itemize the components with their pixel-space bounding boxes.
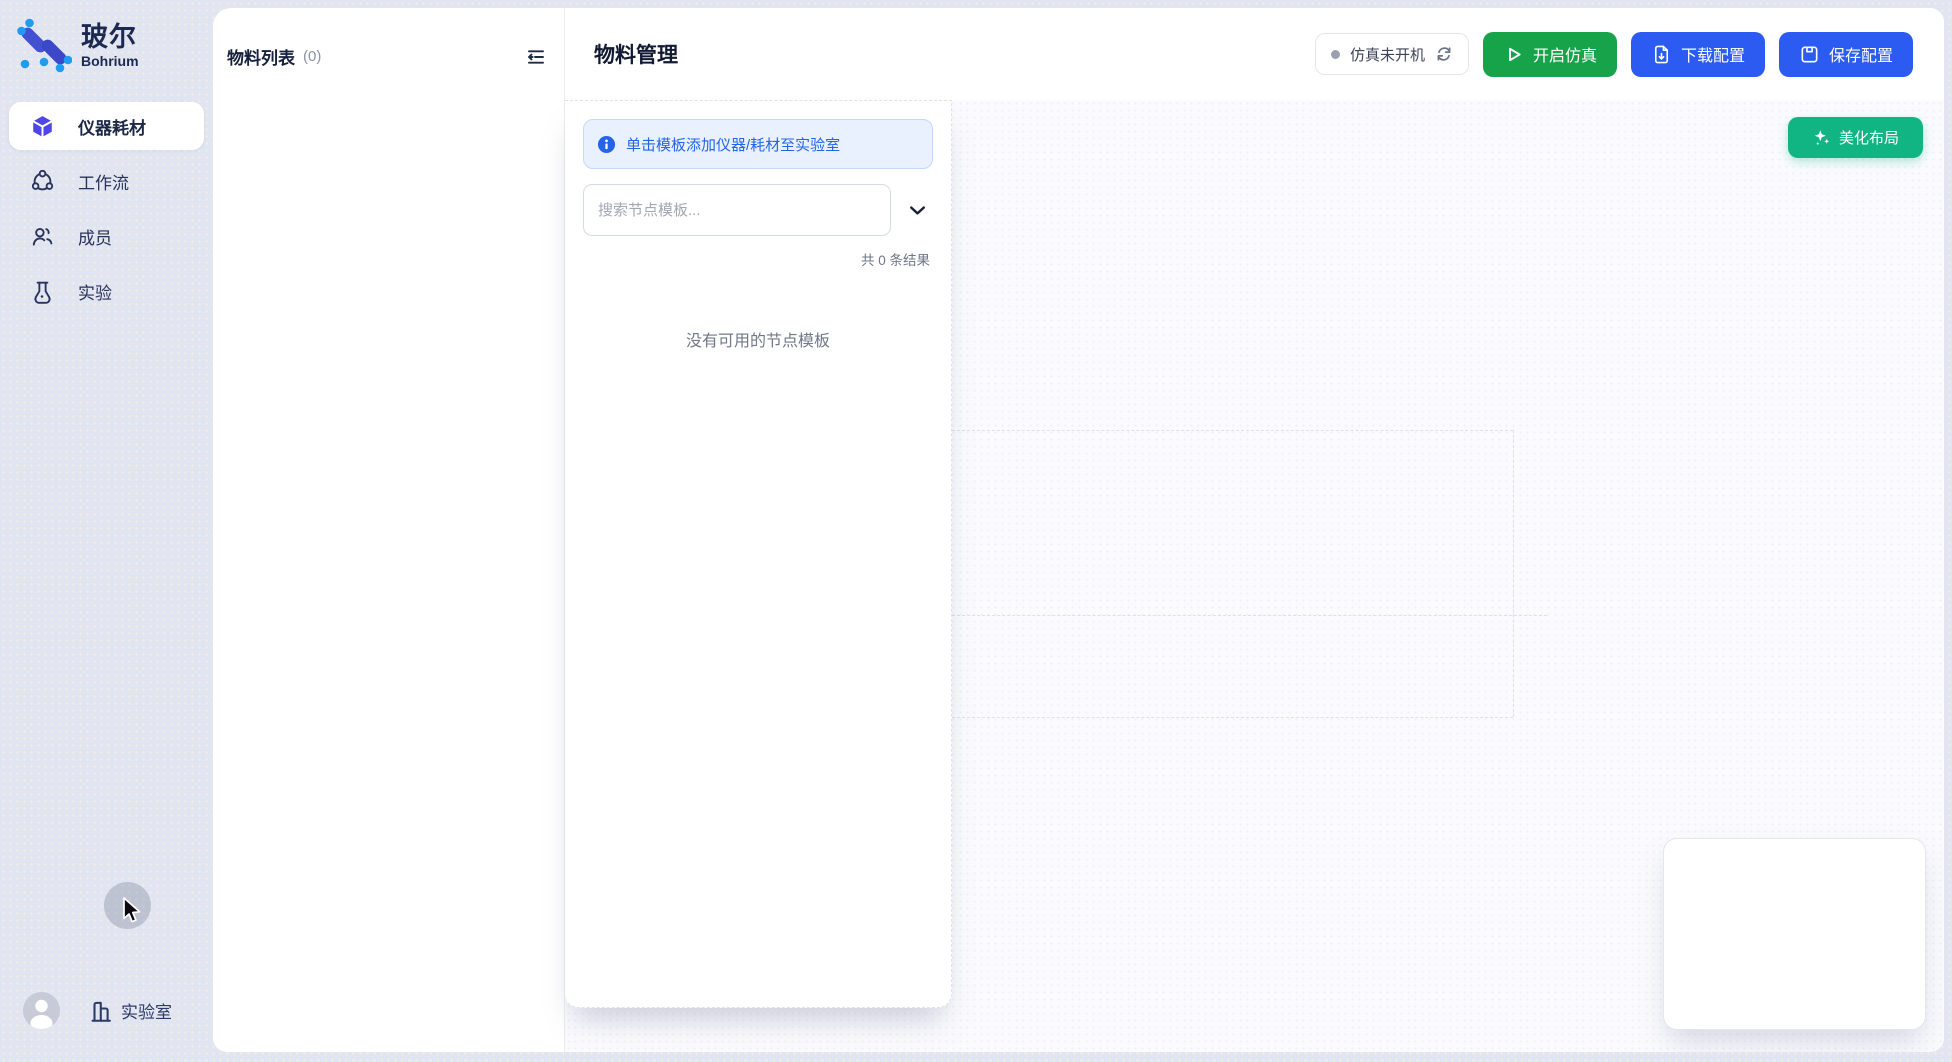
experiment-icon bbox=[30, 279, 55, 304]
beautify-button-label: 美化布局 bbox=[1839, 127, 1899, 148]
sidebar-footer: 实验室 bbox=[0, 992, 213, 1029]
template-search-input[interactable] bbox=[583, 184, 891, 236]
node-template-panel: 单击模板添加仪器/耗材至实验室 共 0 条结果 没有可用的节点模板 bbox=[565, 100, 952, 1008]
chevron-down-icon bbox=[906, 199, 929, 222]
sidebar-item-instruments[interactable]: 仪器耗材 bbox=[9, 102, 204, 150]
status-dot bbox=[1331, 50, 1340, 59]
file-download-icon bbox=[1651, 44, 1672, 65]
bohrium-logo-icon bbox=[16, 18, 72, 74]
refresh-icon[interactable] bbox=[1435, 45, 1453, 63]
banner-text: 单击模板添加仪器/耗材至实验室 bbox=[626, 134, 840, 155]
app-root: { "sidebar": { "logo": { "title": "玻尔", … bbox=[0, 0, 1952, 1062]
sidebar-nav: 仪器耗材 工作流 成员 bbox=[0, 102, 213, 315]
save-button-label: 保存配置 bbox=[1829, 42, 1893, 66]
workspace-switcher[interactable]: 实验室 bbox=[88, 998, 172, 1024]
sparkles-icon bbox=[1812, 128, 1831, 147]
members-icon bbox=[30, 224, 55, 249]
simulation-status-pill[interactable]: 仿真未开机 bbox=[1315, 33, 1469, 75]
beautify-layout-button[interactable]: 美化布局 bbox=[1788, 117, 1923, 158]
main-area: 物料管理 仿真未开机 开启仿真 bbox=[565, 8, 1944, 1052]
sidebar-item-label: 成员 bbox=[78, 224, 112, 249]
info-icon bbox=[597, 135, 616, 154]
template-dropdown-toggle[interactable] bbox=[904, 197, 931, 224]
workflow-icon bbox=[30, 169, 55, 194]
workspace-label: 实验室 bbox=[121, 998, 172, 1023]
template-hint-banner: 单击模板添加仪器/耗材至实验室 bbox=[583, 119, 933, 169]
sidebar-item-members[interactable]: 成员 bbox=[9, 212, 204, 260]
canvas-guide-line bbox=[952, 615, 1547, 616]
building-icon bbox=[88, 998, 114, 1024]
sidebar-item-label: 实验 bbox=[78, 279, 112, 304]
collapse-icon bbox=[526, 47, 546, 67]
logo-subtitle: Bohrium bbox=[81, 53, 139, 69]
canvas-guide-line bbox=[952, 717, 1513, 718]
canvas-guide-line bbox=[952, 430, 1513, 431]
canvas-guide-line bbox=[1513, 430, 1514, 717]
save-config-button[interactable]: 保存配置 bbox=[1779, 32, 1913, 77]
materials-panel: 物料列表 (0) bbox=[213, 8, 565, 1052]
result-count: 共 0 条结果 bbox=[583, 249, 933, 269]
template-search-row bbox=[583, 184, 933, 236]
empty-templates-text: 没有可用的节点模板 bbox=[583, 327, 933, 351]
user-avatar[interactable] bbox=[23, 992, 60, 1029]
main-header: 物料管理 仿真未开机 开启仿真 bbox=[565, 8, 1944, 100]
materials-count: (0) bbox=[303, 48, 321, 65]
page-title: 物料管理 bbox=[594, 39, 678, 69]
sidebar-item-workflow[interactable]: 工作流 bbox=[9, 157, 204, 205]
logo-title: 玻尔 bbox=[81, 23, 139, 52]
materials-panel-header: 物料列表 (0) bbox=[227, 44, 546, 69]
start-button-label: 开启仿真 bbox=[1533, 42, 1597, 66]
collapse-panel-button[interactable] bbox=[526, 47, 546, 67]
flow-canvas[interactable]: 单击模板添加仪器/耗材至实验室 共 0 条结果 没有可用的节点模板 bbox=[565, 100, 1944, 1052]
person-icon bbox=[23, 992, 60, 1029]
sidebar-item-experiments[interactable]: 实验 bbox=[9, 267, 204, 315]
download-config-button[interactable]: 下载配置 bbox=[1631, 32, 1765, 77]
content-card: 物料列表 (0) 物料管理 仿真未开机 bbox=[213, 8, 1944, 1052]
sidebar-item-label: 工作流 bbox=[78, 169, 129, 194]
sidebar-item-label: 仪器耗材 bbox=[78, 114, 146, 139]
save-icon bbox=[1799, 44, 1820, 65]
status-label: 仿真未开机 bbox=[1350, 44, 1425, 65]
sidebar: 玻尔 Bohrium 仪器耗材 工作流 bbox=[0, 0, 213, 1062]
start-simulation-button[interactable]: 开启仿真 bbox=[1483, 32, 1617, 77]
materials-panel-title: 物料列表 bbox=[227, 44, 295, 69]
minimap[interactable] bbox=[1663, 838, 1926, 1030]
download-button-label: 下载配置 bbox=[1681, 42, 1745, 66]
play-icon bbox=[1503, 44, 1524, 65]
cube-icon bbox=[30, 114, 55, 139]
brand-logo[interactable]: 玻尔 Bohrium bbox=[0, 0, 213, 74]
